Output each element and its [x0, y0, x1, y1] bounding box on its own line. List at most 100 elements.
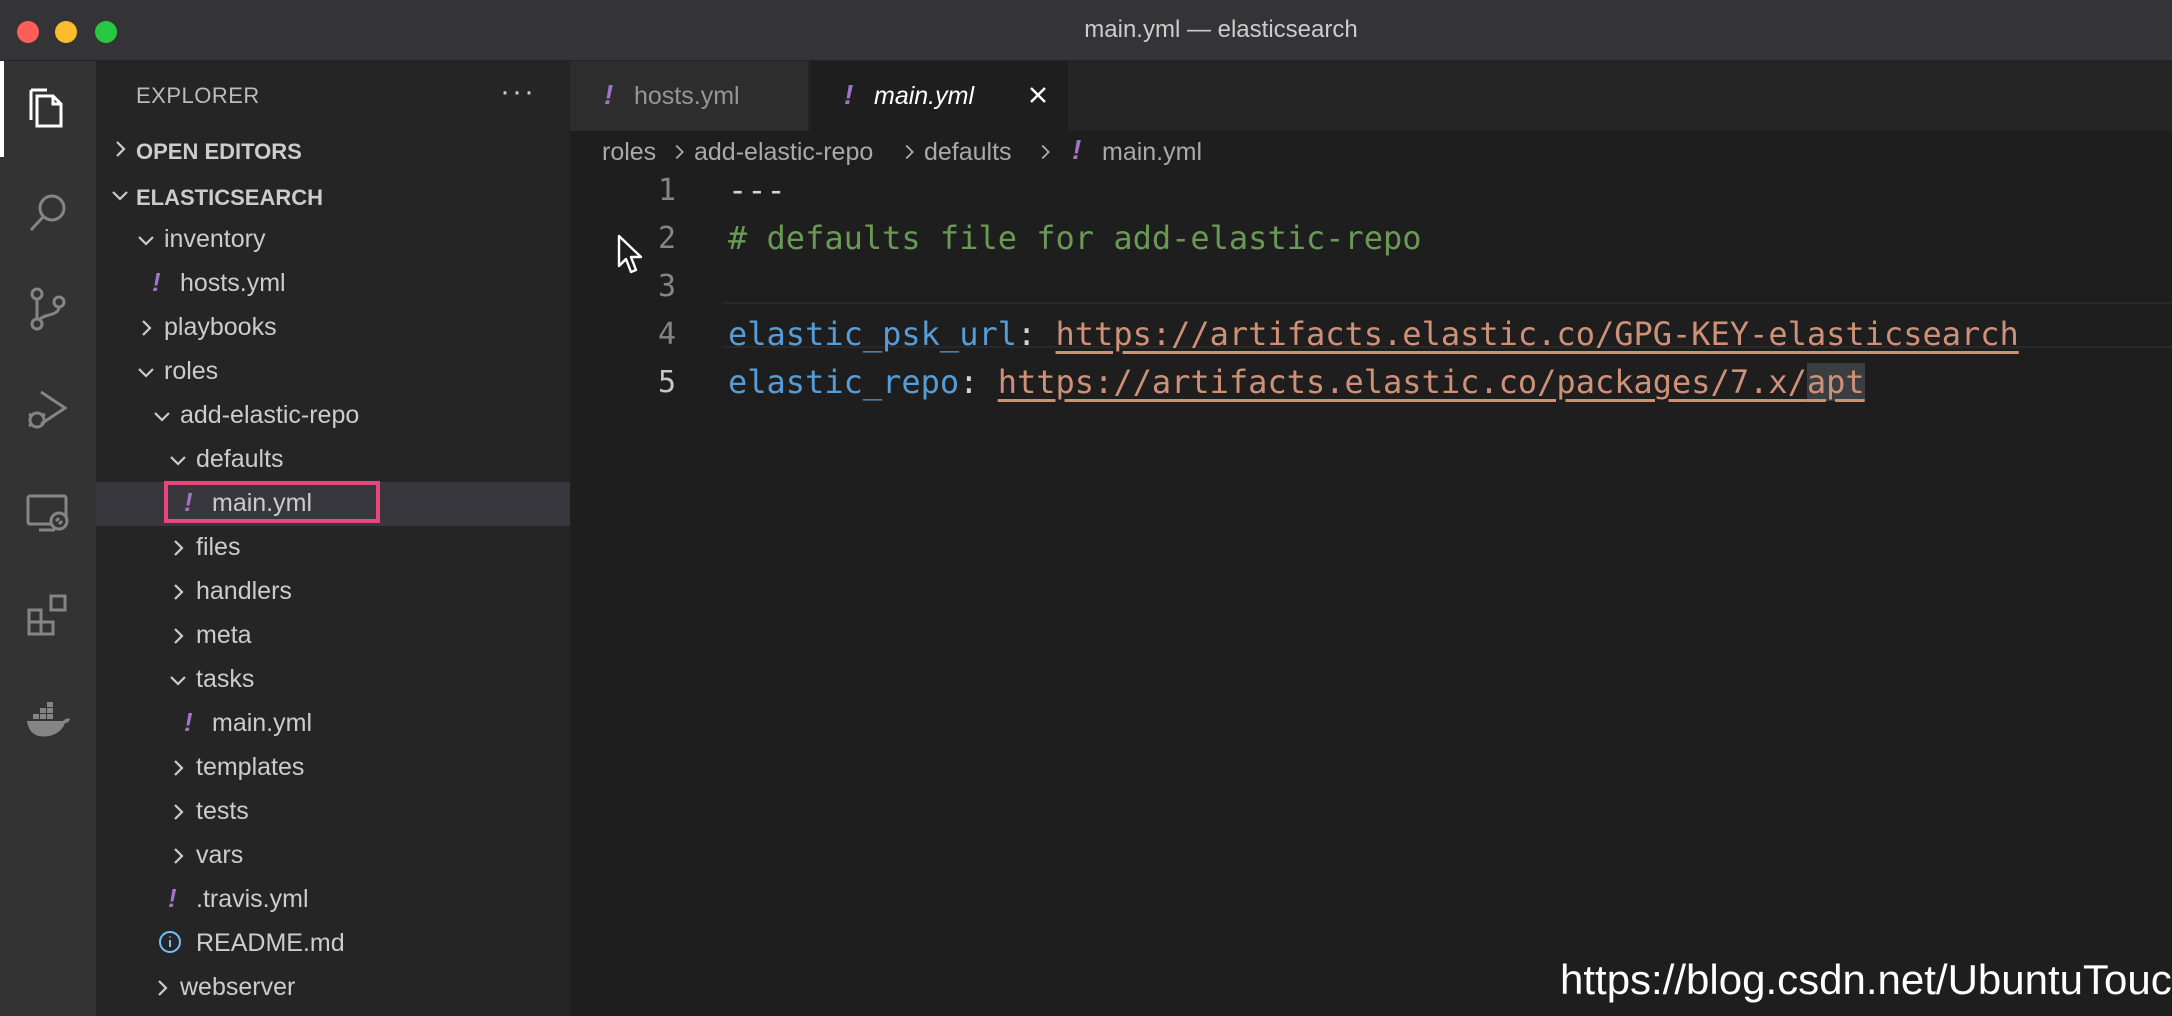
yaml-key: elastic_psk_url [728, 315, 1017, 353]
tree-folder-add-elastic-repo[interactable]: add-elastic-repo [96, 394, 570, 438]
tree-folder-webserver[interactable]: webserver [96, 966, 570, 1010]
tree-label: README.md [196, 929, 345, 957]
yaml-file-icon: ! [844, 79, 854, 110]
chevron-right-icon [675, 144, 684, 160]
close-icon[interactable] [1026, 83, 1050, 107]
search-activity[interactable] [0, 165, 96, 261]
tree-file-travis-yml[interactable]: ! .travis.yml [96, 878, 570, 922]
yaml-file-icon: ! [184, 707, 193, 737]
tab-label: main.yml [874, 82, 975, 110]
line-number: 5 [657, 365, 676, 400]
files-icon [29, 88, 63, 128]
source-control-activity[interactable] [0, 261, 96, 357]
activity-bar [0, 61, 96, 1016]
yaml-file-icon: ! [604, 79, 614, 110]
yaml-url-value[interactable]: https://artifacts.elastic.co/GPG-KEY-ela… [1056, 315, 2019, 353]
tree-label: .travis.yml [196, 885, 309, 913]
tree-file-hosts-yml[interactable]: ! hosts.yml [96, 262, 570, 306]
tree-folder-playbooks[interactable]: playbooks [96, 306, 570, 350]
project-section[interactable]: ELASTICSEARCH [96, 177, 570, 217]
yaml-colon: : [1016, 315, 1037, 353]
extensions-icon [27, 594, 67, 636]
chevron-right-icon [905, 144, 914, 160]
code-line: elastic_psk_url: https://artifacts.elast… [728, 315, 2019, 353]
tree-folder-defaults[interactable]: defaults [96, 438, 570, 482]
tab-label: hosts.yml [634, 82, 740, 110]
yaml-comment: # defaults file for add-elastic-repo [728, 219, 1422, 257]
tree-folder-inventory[interactable]: inventory [96, 218, 570, 262]
search-icon [29, 194, 66, 232]
chevron-down-icon [170, 676, 186, 686]
tree-folder-tasks[interactable]: tasks [96, 658, 570, 702]
code-editor[interactable]: 1 --- 2 # defaults file for add-elastic-… [570, 171, 2172, 1016]
line-number: 1 [657, 173, 676, 208]
tree-label: add-elastic-repo [180, 401, 360, 429]
tree-label: playbooks [164, 313, 277, 341]
yaml-url-value[interactable]: https://artifacts.elastic.co/packages/7.… [998, 363, 1807, 401]
tab-main-yml[interactable]: ! main.yml [810, 61, 1068, 131]
extensions-activity[interactable] [0, 567, 96, 663]
tree-label: main.yml [212, 709, 313, 737]
yaml-file-icon: ! [184, 487, 193, 517]
explorer-activity[interactable] [0, 61, 96, 157]
docker-activity[interactable] [0, 671, 96, 767]
docker-icon [27, 702, 70, 737]
run-debug-activity[interactable] [0, 361, 96, 457]
breadcrumb-item[interactable]: main.yml [1102, 138, 1202, 167]
vscode-window: main.yml — elasticsearch EXPLORER ··· OP… [0, 0, 2172, 1016]
tree-folder-vars[interactable]: vars [96, 834, 570, 878]
remote-explorer-activity[interactable] [0, 465, 96, 561]
tab-hosts-yml[interactable]: ! hosts.yml [570, 61, 808, 131]
breadcrumb-item[interactable]: defaults [924, 138, 1012, 167]
tree-label: main.yml [212, 489, 313, 517]
tree-file-tasks-main-yml[interactable]: ! main.yml [96, 702, 570, 746]
window-title: main.yml — elasticsearch [1084, 16, 1358, 43]
tree-folder-roles[interactable]: roles [96, 350, 570, 394]
yaml-file-icon: ! [1072, 134, 1082, 165]
source-control-icon [30, 287, 66, 331]
selected-text[interactable]: apt [1806, 363, 1865, 401]
open-editors-section[interactable]: OPEN EDITORS [96, 131, 570, 171]
tree-label: webserver [180, 973, 296, 1001]
active-indicator [0, 61, 4, 157]
chevron-right-icon [174, 760, 184, 776]
tree-label: defaults [196, 445, 284, 473]
title-bar: main.yml — elasticsearch [0, 0, 2172, 61]
editor-group: ! hosts.yml ! main.yml roles add-elastic… [570, 61, 2172, 1016]
chevron-right-icon [142, 320, 152, 336]
chevron-right-icon [1041, 144, 1050, 160]
section-label: OPEN EDITORS [136, 139, 302, 164]
info-icon [159, 931, 181, 953]
explorer-sidebar: EXPLORER ··· OPEN EDITORS ELASTICSEARCH … [96, 61, 570, 1016]
run-debug-icon [28, 390, 68, 429]
more-actions-button[interactable]: ··· [500, 75, 536, 109]
tree-folder-handlers[interactable]: handlers [96, 570, 570, 614]
chevron-right-icon [174, 540, 184, 556]
code-line: --- [728, 171, 786, 209]
tab-bar: ! hosts.yml ! main.yml [570, 61, 2172, 131]
tree-label: meta [196, 621, 252, 649]
tree-file-readme-md[interactable]: README.md [96, 922, 570, 966]
tree-file-defaults-main-yml[interactable]: ! main.yml [96, 481, 570, 526]
chevron-right-icon [174, 628, 184, 644]
tree-folder-tests[interactable]: tests [96, 790, 570, 834]
chevron-down-icon [138, 368, 154, 378]
yaml-key: elastic_repo [728, 363, 960, 401]
remote-explorer-icon [26, 494, 69, 532]
breadcrumb-item[interactable]: add-elastic-repo [694, 138, 873, 167]
chevron-right-icon [116, 141, 126, 157]
tree-label: tests [196, 797, 249, 825]
chevron-down-icon [154, 412, 170, 422]
tree-folder-files[interactable]: files [96, 526, 570, 570]
yaml-colon: : [959, 363, 979, 401]
tree-label: inventory [164, 225, 266, 253]
code-line: # defaults file for add-elastic-repo [728, 219, 1422, 257]
breadcrumb-item[interactable]: roles [602, 138, 656, 167]
tree-folder-templates[interactable]: templates [96, 746, 570, 790]
tree-label: hosts.yml [180, 269, 286, 297]
watermark-url: https://blog.csdn.net/UbuntuTouch [1560, 956, 2172, 1003]
line-number: 4 [657, 317, 676, 352]
tree-folder-meta[interactable]: meta [96, 614, 570, 658]
tree-label: roles [164, 357, 219, 385]
breadcrumb: roles add-elastic-repo defaults ! main.y… [570, 131, 2172, 171]
